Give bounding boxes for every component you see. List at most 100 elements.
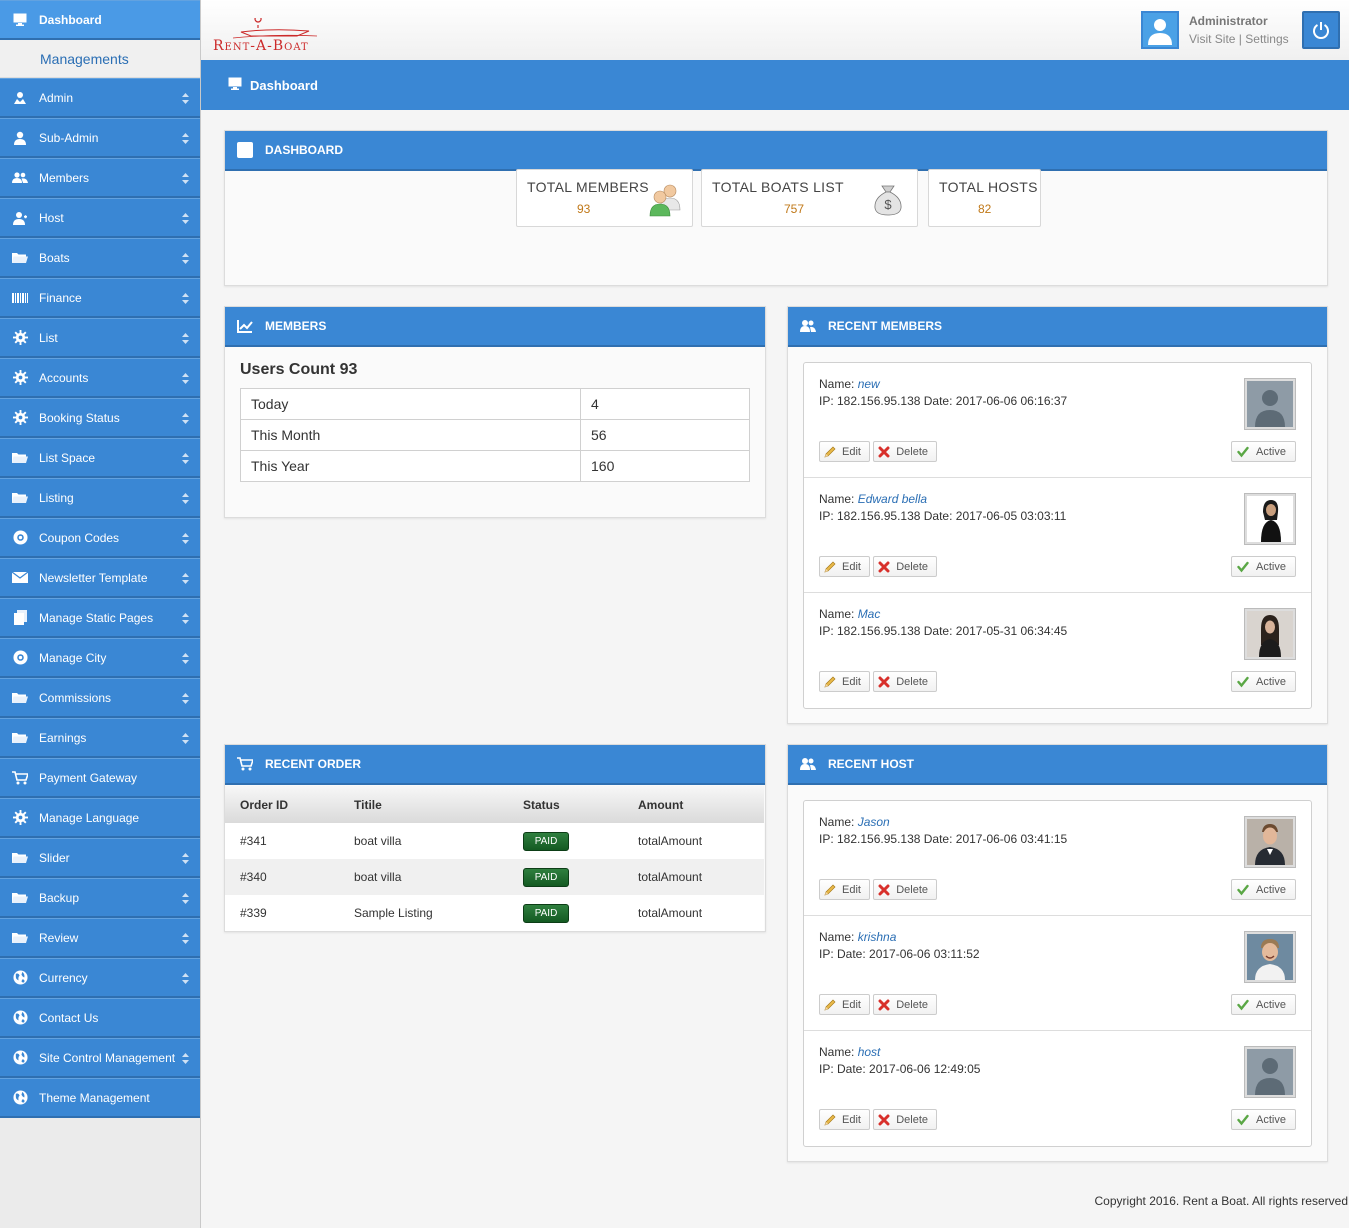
edit-button[interactable]: Edit bbox=[819, 994, 870, 1015]
delete-button[interactable]: Delete bbox=[873, 879, 937, 900]
sidebar-item-backup[interactable]: Backup bbox=[0, 878, 200, 918]
stat-total-boats[interactable]: TOTAL BOATS LIST 757 $ bbox=[701, 169, 918, 227]
expand-arrow-icon[interactable] bbox=[182, 693, 189, 704]
delete-button[interactable]: Delete bbox=[873, 556, 937, 577]
person-name-link[interactable]: Edward bella bbox=[858, 492, 927, 506]
expand-arrow-icon[interactable] bbox=[182, 373, 189, 384]
sidebar-item-dashboard[interactable]: Dashboard bbox=[0, 0, 200, 40]
expand-arrow-icon[interactable] bbox=[182, 333, 189, 344]
edit-button[interactable]: Edit bbox=[819, 879, 870, 900]
sidebar-item-earnings[interactable]: Earnings bbox=[0, 718, 200, 758]
stat-total-members[interactable]: TOTAL MEMBERS 93 bbox=[516, 169, 693, 227]
sidebar-item-admin[interactable]: Admin bbox=[0, 78, 200, 118]
sidebar-item-label: Manage Language bbox=[39, 810, 140, 825]
expand-arrow-icon[interactable] bbox=[182, 653, 189, 664]
host-icon bbox=[12, 210, 28, 226]
visit-site-link[interactable]: Visit Site bbox=[1189, 32, 1235, 46]
sidebar-item-manage-city[interactable]: Manage City bbox=[0, 638, 200, 678]
expand-arrow-icon[interactable] bbox=[182, 1053, 189, 1064]
sidebar-item-list[interactable]: List bbox=[0, 318, 200, 358]
expand-arrow-icon[interactable] bbox=[182, 213, 189, 224]
order-amount: totalAmount bbox=[623, 895, 764, 931]
active-button[interactable]: Active bbox=[1231, 441, 1296, 462]
logout-button[interactable] bbox=[1302, 11, 1340, 49]
sidebar-item-host[interactable]: Host bbox=[0, 198, 200, 238]
expand-arrow-icon[interactable] bbox=[182, 413, 189, 424]
person-name-link[interactable]: new bbox=[858, 377, 880, 391]
period-count: 4 bbox=[580, 388, 750, 420]
expand-arrow-icon[interactable] bbox=[182, 853, 189, 864]
sidebar-item-listing[interactable]: Listing bbox=[0, 478, 200, 518]
active-button[interactable]: Active bbox=[1231, 994, 1296, 1015]
expand-arrow-icon[interactable] bbox=[182, 733, 189, 744]
active-button[interactable]: Active bbox=[1231, 671, 1296, 692]
expand-arrow-icon[interactable] bbox=[182, 133, 189, 144]
gear-icon bbox=[12, 410, 28, 426]
panel-title: RECENT MEMBERS bbox=[828, 319, 943, 333]
edit-button[interactable]: Edit bbox=[819, 556, 870, 577]
sidebar-item-booking-status[interactable]: Booking Status bbox=[0, 398, 200, 438]
expand-arrow-icon[interactable] bbox=[182, 533, 189, 544]
button-label: Edit bbox=[842, 883, 861, 896]
sidebar-item-commissions[interactable]: Commissions bbox=[0, 678, 200, 718]
expand-arrow-icon[interactable] bbox=[182, 573, 189, 584]
sidebar-item-newsletter-template[interactable]: Newsletter Template bbox=[0, 558, 200, 598]
sidebar-item-site-control-management[interactable]: Site Control Management bbox=[0, 1038, 200, 1078]
admin-avatar[interactable] bbox=[1141, 11, 1179, 49]
person-name-link[interactable]: krishna bbox=[858, 930, 897, 944]
sidebar-item-accounts[interactable]: Accounts bbox=[0, 358, 200, 398]
delete-button[interactable]: Delete bbox=[873, 1109, 937, 1130]
check-icon bbox=[1236, 1113, 1250, 1127]
cart-icon bbox=[12, 770, 28, 786]
person-name-link[interactable]: Jason bbox=[858, 815, 890, 829]
link-separator: | bbox=[1235, 32, 1246, 46]
sidebar-item-label: Finance bbox=[39, 290, 82, 305]
sidebar-item-finance[interactable]: Finance bbox=[0, 278, 200, 318]
active-button[interactable]: Active bbox=[1231, 1109, 1296, 1130]
person-name-link[interactable]: Mac bbox=[858, 607, 881, 621]
expand-arrow-icon[interactable] bbox=[182, 293, 189, 304]
column-header: Amount bbox=[623, 786, 764, 823]
sidebar-item-slider[interactable]: Slider bbox=[0, 838, 200, 878]
delete-button[interactable]: Delete bbox=[873, 994, 937, 1015]
edit-button[interactable]: Edit bbox=[819, 441, 870, 462]
button-label: Active bbox=[1256, 998, 1286, 1011]
cross-icon bbox=[878, 445, 890, 459]
sidebar-item-payment-gateway[interactable]: Payment Gateway bbox=[0, 758, 200, 798]
sidebar-item-currency[interactable]: Currency bbox=[0, 958, 200, 998]
sidebar-item-members[interactable]: Members bbox=[0, 158, 200, 198]
sidebar-item-sub-admin[interactable]: Sub-Admin bbox=[0, 118, 200, 158]
sidebar-item-theme-management[interactable]: Theme Management bbox=[0, 1078, 200, 1118]
sidebar-item-list-space[interactable]: List Space bbox=[0, 438, 200, 478]
recent-order-header: RECENT ORDER bbox=[225, 745, 765, 785]
expand-arrow-icon[interactable] bbox=[182, 973, 189, 984]
expand-arrow-icon[interactable] bbox=[182, 253, 189, 264]
expand-arrow-icon[interactable] bbox=[182, 93, 189, 104]
active-button[interactable]: Active bbox=[1231, 879, 1296, 900]
stat-total-hosts[interactable]: TOTAL HOSTS 82 bbox=[928, 169, 1041, 227]
sidebar-item-contact-us[interactable]: Contact Us bbox=[0, 998, 200, 1038]
expand-arrow-icon[interactable] bbox=[182, 933, 189, 944]
edit-button[interactable]: Edit bbox=[819, 1109, 870, 1130]
expand-arrow-icon[interactable] bbox=[182, 493, 189, 504]
delete-button[interactable]: Delete bbox=[873, 671, 937, 692]
sidebar-item-review[interactable]: Review bbox=[0, 918, 200, 958]
sidebar-item-manage-language[interactable]: Manage Language bbox=[0, 798, 200, 838]
logo[interactable]: Rent-A-Boat bbox=[213, 15, 321, 58]
sidebar-item-coupon-codes[interactable]: Coupon Codes bbox=[0, 518, 200, 558]
button-label: Edit bbox=[842, 998, 861, 1011]
expand-arrow-icon[interactable] bbox=[182, 173, 189, 184]
expand-arrow-icon[interactable] bbox=[182, 893, 189, 904]
expand-arrow-icon[interactable] bbox=[182, 453, 189, 464]
sidebar-item-boats[interactable]: Boats bbox=[0, 238, 200, 278]
person-name-link[interactable]: host bbox=[858, 1045, 881, 1059]
settings-link[interactable]: Settings bbox=[1245, 32, 1288, 46]
expand-arrow-icon[interactable] bbox=[182, 613, 189, 624]
delete-button[interactable]: Delete bbox=[873, 441, 937, 462]
target-icon bbox=[12, 530, 28, 546]
sidebar-item-label: Slider bbox=[39, 850, 70, 865]
ip-date-text: IP: 182.156.95.138 Date: 2017-06-06 03:4… bbox=[819, 832, 1068, 846]
active-button[interactable]: Active bbox=[1231, 556, 1296, 577]
sidebar-item-manage-static-pages[interactable]: Manage Static Pages bbox=[0, 598, 200, 638]
edit-button[interactable]: Edit bbox=[819, 671, 870, 692]
